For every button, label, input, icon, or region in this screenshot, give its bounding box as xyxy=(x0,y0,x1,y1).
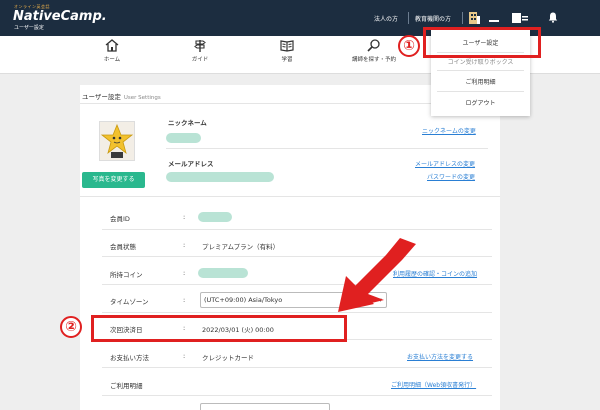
red-arrow-icon xyxy=(338,238,416,312)
